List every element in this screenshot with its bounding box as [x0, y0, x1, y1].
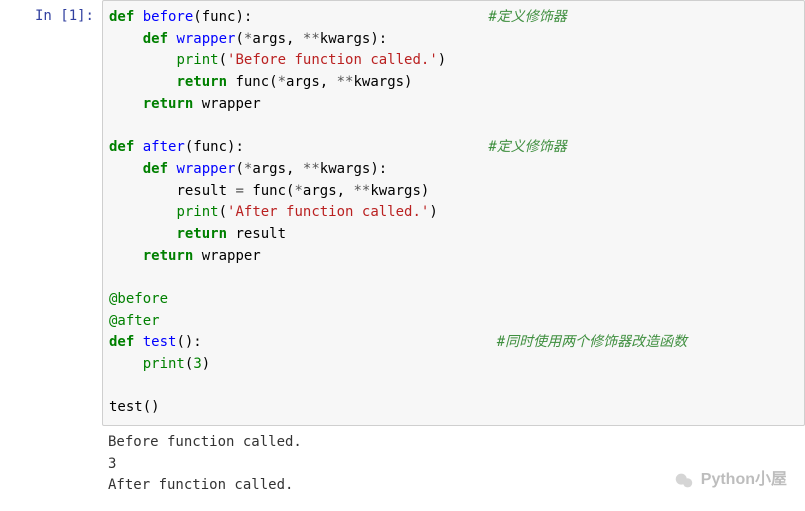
- input-cell: In [1]: def before(func): #定义修饰器 def wra…: [0, 0, 805, 426]
- code-line: print(3): [109, 354, 798, 376]
- code-line: @before: [109, 289, 798, 311]
- code-line: return func(*args, **kwargs): [109, 72, 798, 94]
- code-line: print('Before function called.'): [109, 50, 798, 72]
- code-line: @after: [109, 311, 798, 333]
- code-line: def test(): #同时使用两个修饰器改造函数: [109, 332, 798, 354]
- watermark-text: Python小屋: [701, 468, 787, 493]
- code-line: def wrapper(*args, **kwargs):: [109, 159, 798, 181]
- code-line: return wrapper: [109, 246, 798, 268]
- wechat-icon: [673, 470, 695, 492]
- code-line: return result: [109, 224, 798, 246]
- code-line: [109, 267, 798, 289]
- output-prompt: [0, 426, 102, 503]
- code-line: print('After function called.'): [109, 202, 798, 224]
- code-line: result = func(*args, **kwargs): [109, 181, 798, 203]
- code-line: def wrapper(*args, **kwargs):: [109, 29, 798, 51]
- code-line: def before(func): #定义修饰器: [109, 7, 798, 29]
- code-line: return wrapper: [109, 94, 798, 116]
- watermark: Python小屋: [673, 468, 787, 493]
- input-prompt: In [1]:: [0, 0, 102, 426]
- output-line: Before function called.: [108, 432, 799, 454]
- code-line: [109, 115, 798, 137]
- code-input[interactable]: def before(func): #定义修饰器 def wrapper(*ar…: [102, 0, 805, 426]
- code-line: test(): [109, 397, 798, 419]
- code-line: def after(func): #定义修饰器: [109, 137, 798, 159]
- code-line: [109, 376, 798, 398]
